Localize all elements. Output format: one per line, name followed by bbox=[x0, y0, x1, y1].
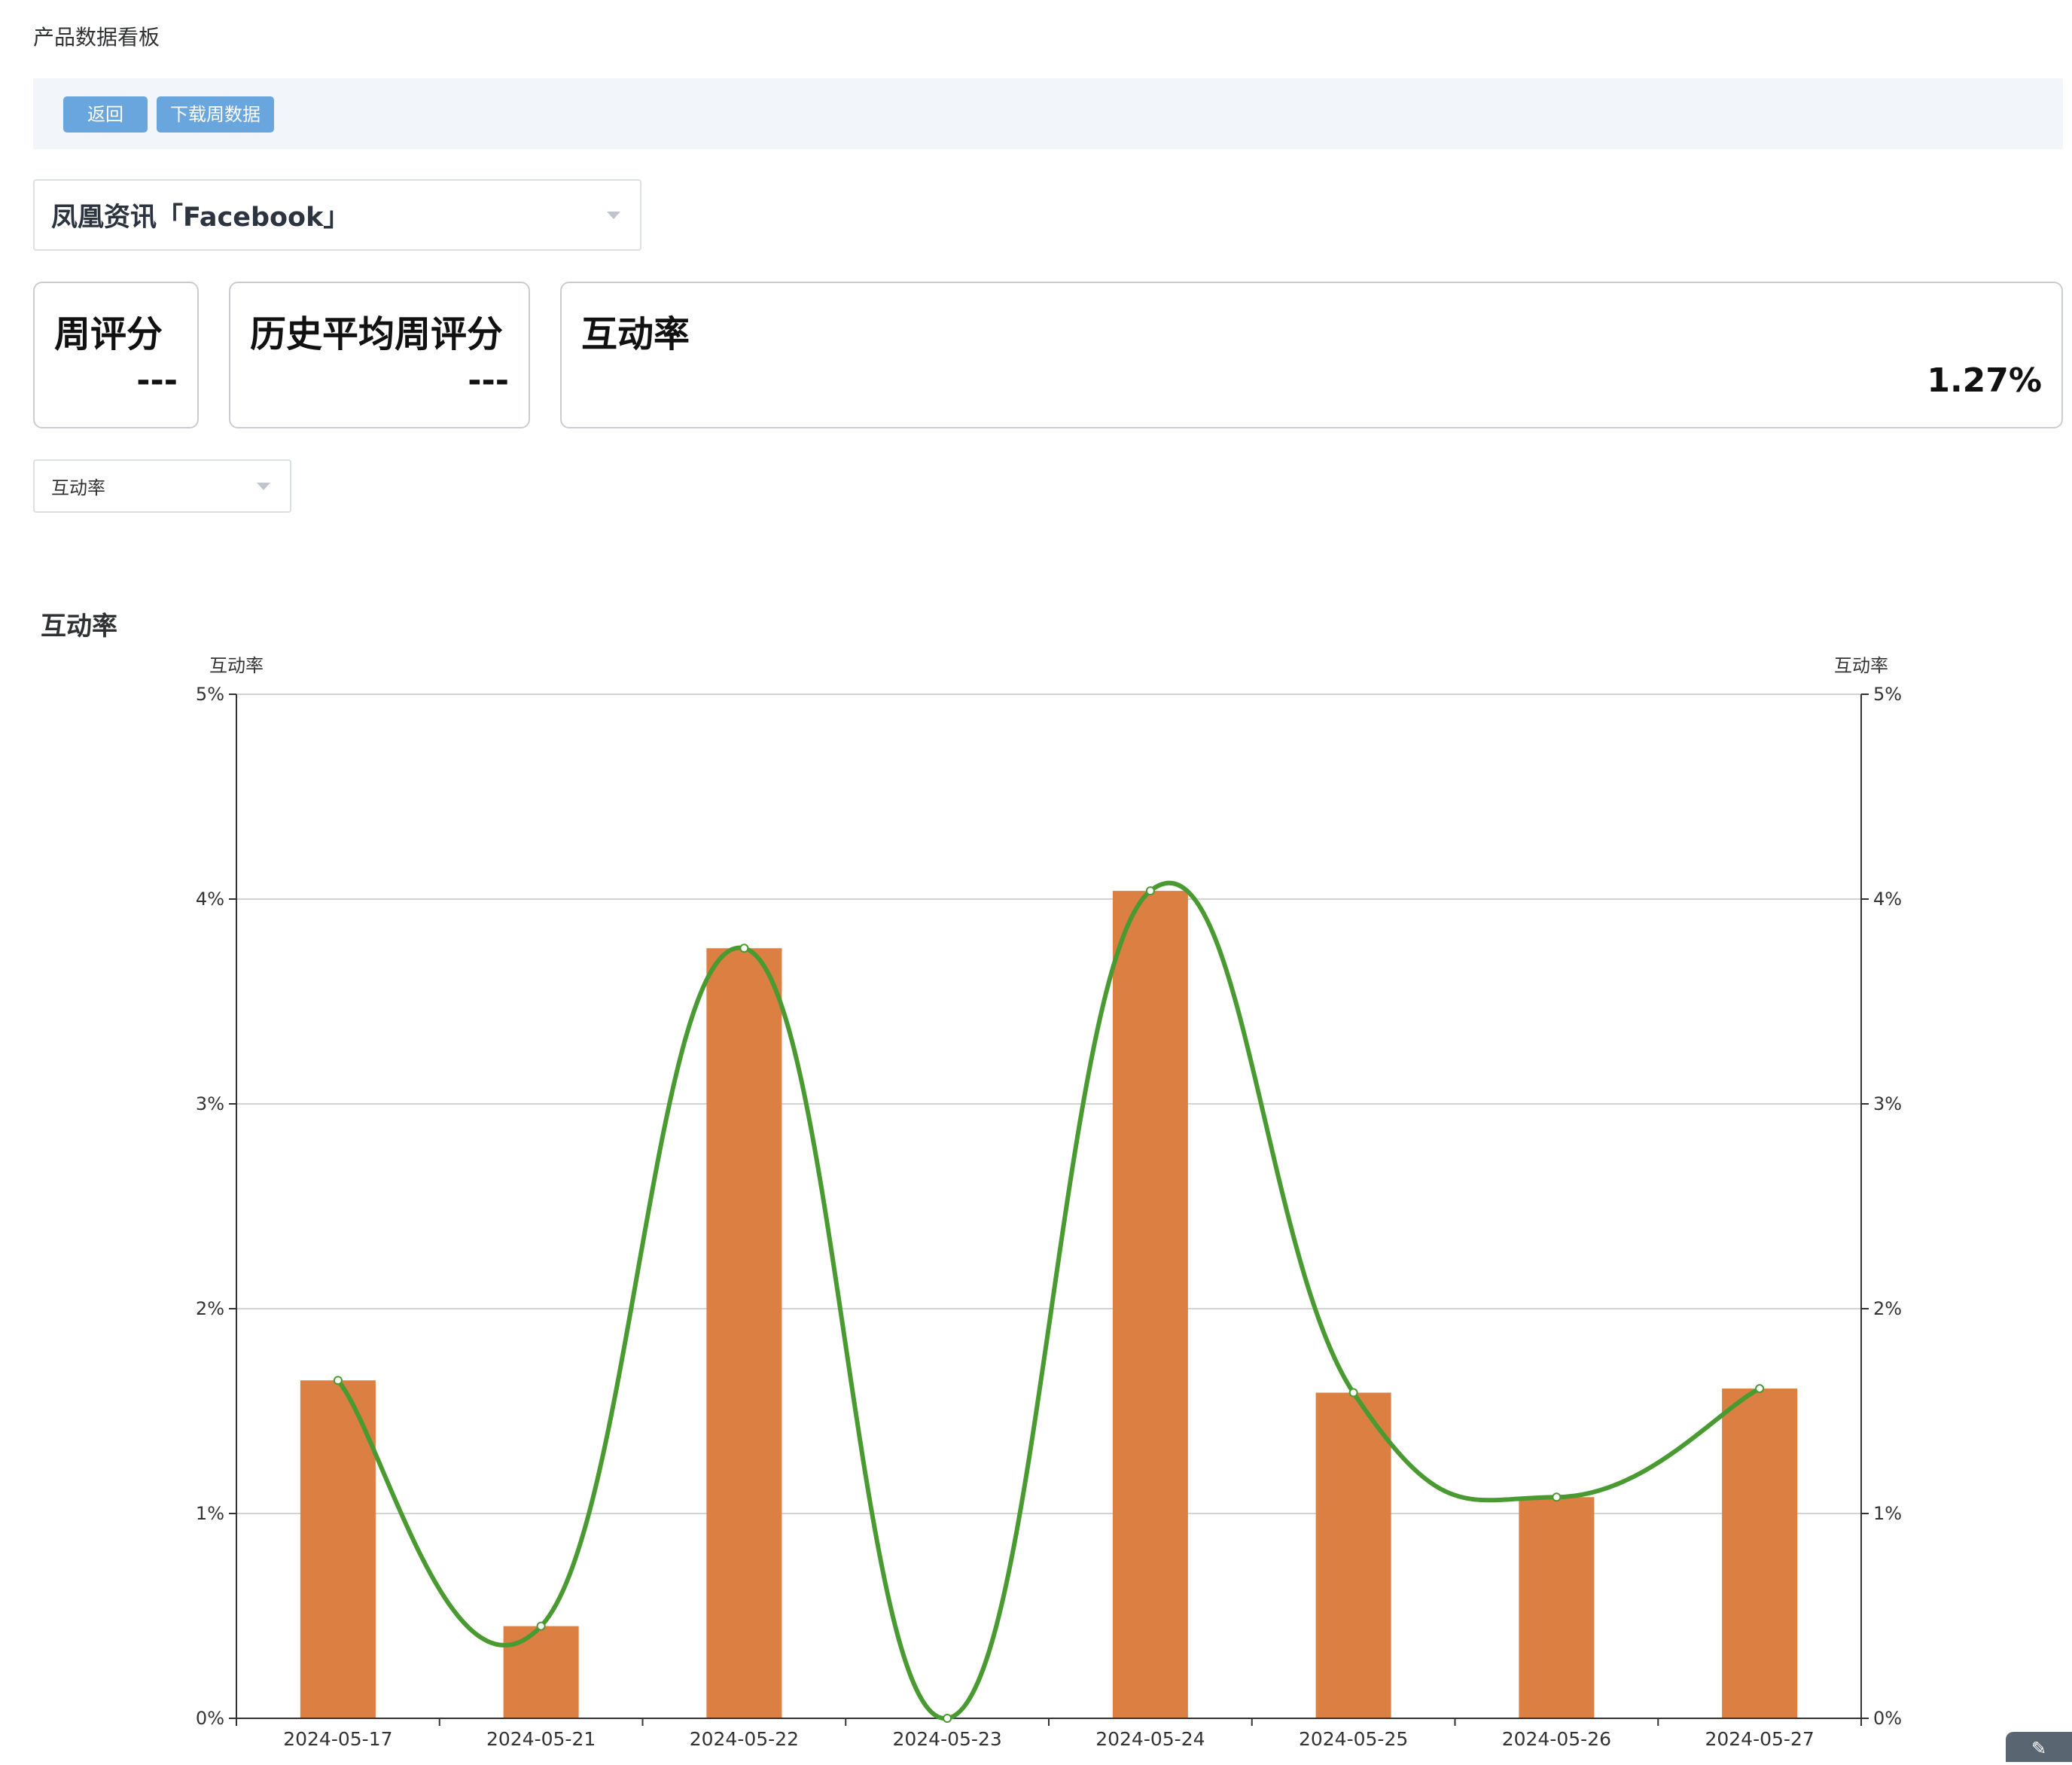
y-tick-label-left: 5% bbox=[196, 684, 224, 705]
x-tick-label: 2024-05-27 bbox=[1705, 1728, 1814, 1750]
weekly-score-value: --- bbox=[136, 361, 178, 400]
engagement-rate-chart: 0% 1% 2% 3% 4% 5% 0% 1% 2% 3% 4% 5% 互动率 互动率 2024-05-17… bbox=[196, 655, 1902, 1750]
line-point bbox=[333, 1376, 343, 1385]
back-button[interactable]: 返回 bbox=[63, 96, 148, 133]
line-point bbox=[1145, 886, 1155, 896]
x-tick-label: 2024-05-25 bbox=[1299, 1728, 1408, 1750]
history-avg-score-label: 历史平均周评分 bbox=[250, 313, 504, 355]
y-tick-label-left: 1% bbox=[196, 1503, 224, 1524]
y-tick-label-left: 4% bbox=[196, 889, 224, 910]
line-point bbox=[943, 1714, 952, 1723]
bar bbox=[1112, 891, 1188, 1718]
y-tick-label-right: 0% bbox=[1873, 1708, 1902, 1729]
bar bbox=[1315, 1392, 1391, 1718]
bar bbox=[706, 948, 782, 1718]
series-line bbox=[336, 880, 1761, 1721]
y-tick-label-right: 5% bbox=[1873, 684, 1902, 705]
x-tick-label: 2024-05-17 bbox=[283, 1728, 392, 1750]
y-tick-label-right: 1% bbox=[1873, 1503, 1902, 1524]
toolbar: 返回 下载周数据 bbox=[33, 78, 2063, 149]
history-avg-score-value: --- bbox=[468, 361, 509, 400]
history-avg-score-card: 历史平均周评分 --- bbox=[229, 282, 530, 428]
y-tick-label-right: 4% bbox=[1873, 889, 1902, 910]
chart-title: 互动率 bbox=[41, 611, 117, 642]
chevron-down-icon bbox=[257, 482, 270, 490]
x-tick-label: 2024-05-21 bbox=[486, 1728, 596, 1750]
y-axis-label-right: 互动率 bbox=[1834, 655, 1888, 676]
metric-select-value: 互动率 bbox=[51, 477, 105, 498]
bar bbox=[503, 1626, 579, 1718]
x-tick-label: 2024-05-26 bbox=[1502, 1728, 1611, 1750]
product-select[interactable]: 凤凰资讯「Facebook」 bbox=[33, 179, 641, 251]
page-title: 产品数据看板 bbox=[33, 25, 160, 50]
y-tick-label-left: 3% bbox=[196, 1093, 224, 1114]
engagement-rate-value: 1.27% bbox=[1927, 361, 2042, 400]
line-point bbox=[536, 1621, 546, 1631]
x-tick-label: 2024-05-24 bbox=[1095, 1728, 1205, 1750]
line-point bbox=[1552, 1492, 1562, 1502]
chat-icon[interactable]: ✎ bbox=[2006, 1732, 2072, 1762]
engagement-rate-label: 互动率 bbox=[581, 313, 690, 355]
y-tick-label-right: 2% bbox=[1873, 1298, 1902, 1319]
engagement-rate-card: 互动率 1.27% bbox=[560, 282, 2063, 428]
product-select-value: 凤凰资讯「Facebook」 bbox=[51, 203, 350, 233]
bar bbox=[300, 1380, 376, 1718]
y-tick-label-left: 2% bbox=[196, 1298, 224, 1319]
download-weekly-data-button[interactable]: 下载周数据 bbox=[157, 96, 274, 133]
y-tick-label-left: 0% bbox=[196, 1708, 224, 1729]
chevron-down-icon bbox=[607, 211, 620, 219]
weekly-score-label: 周评分 bbox=[54, 313, 163, 355]
y-tick-label-right: 3% bbox=[1873, 1093, 1902, 1114]
metric-select[interactable]: 互动率 bbox=[33, 459, 291, 513]
line-point bbox=[1755, 1384, 1765, 1394]
x-tick-label: 2024-05-22 bbox=[690, 1728, 799, 1750]
line-point bbox=[1348, 1388, 1358, 1398]
line-point bbox=[739, 943, 749, 953]
weekly-score-card: 周评分 --- bbox=[33, 282, 199, 428]
bar bbox=[1519, 1497, 1595, 1718]
y-axis-label-left: 互动率 bbox=[209, 655, 264, 676]
bar bbox=[1722, 1389, 1798, 1718]
x-tick-label: 2024-05-23 bbox=[892, 1728, 1001, 1750]
